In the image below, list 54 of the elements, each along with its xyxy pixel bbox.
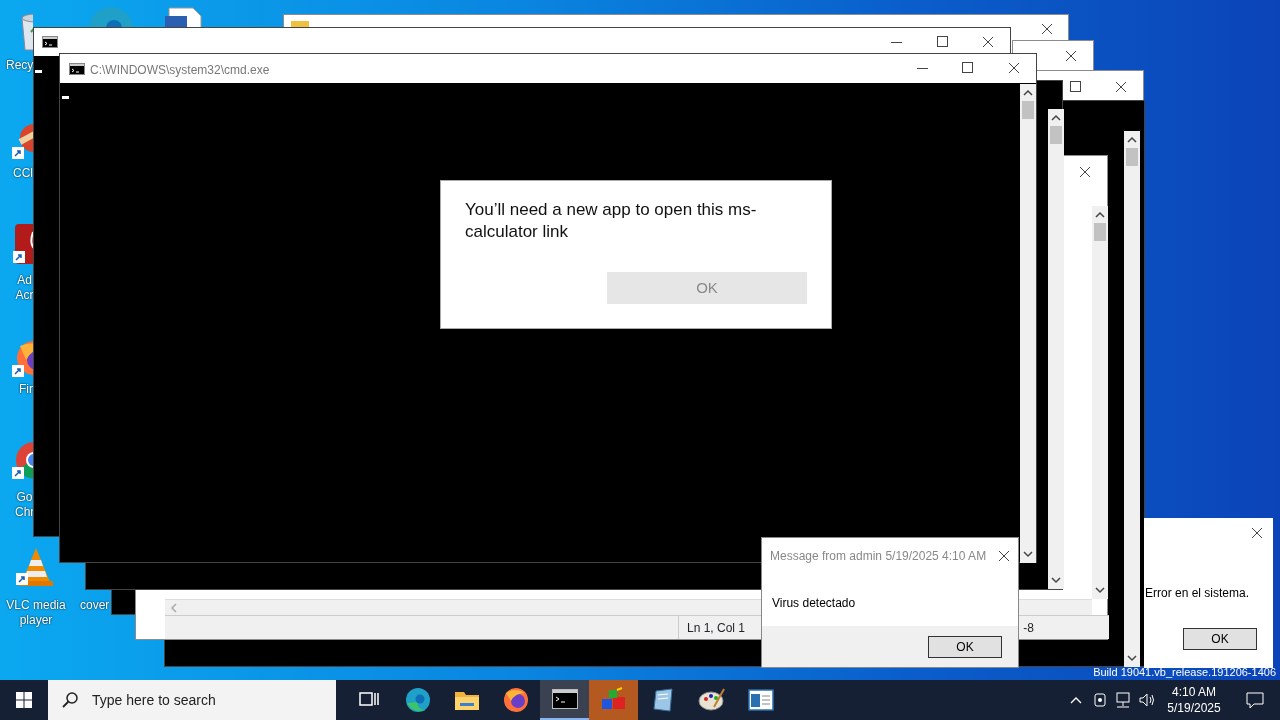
scroll-thumb[interactable] — [1050, 126, 1062, 144]
icon-label[interactable]: Fir — [19, 382, 33, 397]
close-icon[interactable] — [1041, 23, 1053, 35]
console-icon — [551, 689, 578, 709]
maximize-icon[interactable] — [937, 36, 948, 47]
traffic-cone-icon[interactable] — [16, 546, 56, 588]
vertical-scrollbar[interactable] — [1048, 109, 1064, 589]
scroll-thumb[interactable] — [1126, 148, 1138, 166]
status-text: -8 — [1023, 621, 1034, 635]
window-icon — [747, 689, 774, 711]
console-icon — [42, 36, 58, 48]
dialog-message: Virus detectado — [772, 596, 856, 610]
search-bar[interactable]: Type here to search — [48, 680, 336, 720]
close-icon[interactable] — [1065, 50, 1077, 62]
maximize-icon[interactable] — [1070, 81, 1081, 92]
close-icon[interactable] — [982, 36, 994, 48]
dialog-title: Message from admin 5/19/2025 4:10 AM — [770, 547, 987, 565]
icon-label[interactable]: Recy — [6, 58, 34, 73]
cursor-position: Ln 1, Col 1 — [687, 621, 746, 635]
icon-label[interactable]: VLC media player — [2, 598, 70, 628]
document-icon[interactable] — [13, 224, 33, 266]
close-icon[interactable] — [1115, 81, 1127, 93]
scroll-thumb[interactable] — [1022, 101, 1034, 119]
vertical-scrollbar[interactable] — [1020, 84, 1036, 563]
console-icon — [69, 63, 85, 75]
close-icon[interactable] — [1008, 62, 1020, 74]
text-cursor — [35, 70, 42, 73]
build-text: Build 19041.vb_release.191206-1406 — [1093, 666, 1276, 679]
text-cursor — [62, 96, 69, 99]
ok-button[interactable]: OK — [1183, 628, 1257, 650]
ok-button[interactable]: OK — [928, 635, 1002, 658]
maximize-icon[interactable] — [962, 62, 973, 73]
clock[interactable]: 4:10 AM 5/19/2025 — [1164, 684, 1224, 716]
window-title: C:\WINDOWS\system32\cmd.exe — [90, 62, 270, 79]
palette-icon — [697, 687, 726, 713]
close-icon[interactable] — [1251, 527, 1263, 539]
icon-label[interactable]: CCl — [13, 166, 33, 181]
fox-icon — [502, 687, 529, 713]
search-icon — [62, 692, 78, 708]
document-icon[interactable] — [165, 6, 205, 27]
close-icon[interactable] — [1079, 166, 1091, 178]
vertical-scrollbar[interactable] — [1092, 206, 1108, 599]
dialog-message: You’ll need a new app to open this ms-calculator link — [465, 199, 758, 243]
edge-icon — [404, 687, 431, 713]
icon-label[interactable]: cover — [80, 598, 110, 613]
icon-label[interactable]: Go Chr — [15, 490, 34, 520]
windows-logo-icon — [16, 692, 32, 708]
console-taskbar-button[interactable] — [540, 680, 589, 720]
scroll-thumb[interactable] — [1094, 223, 1106, 241]
search-field[interactable]: Type here to search — [90, 688, 320, 712]
icon-label[interactable]: Ad Acr — [15, 273, 34, 303]
vertical-scrollbar[interactable] — [1124, 131, 1140, 667]
dialog-message: Error en el sistema. — [1145, 586, 1250, 600]
close-icon[interactable] — [998, 549, 1010, 562]
